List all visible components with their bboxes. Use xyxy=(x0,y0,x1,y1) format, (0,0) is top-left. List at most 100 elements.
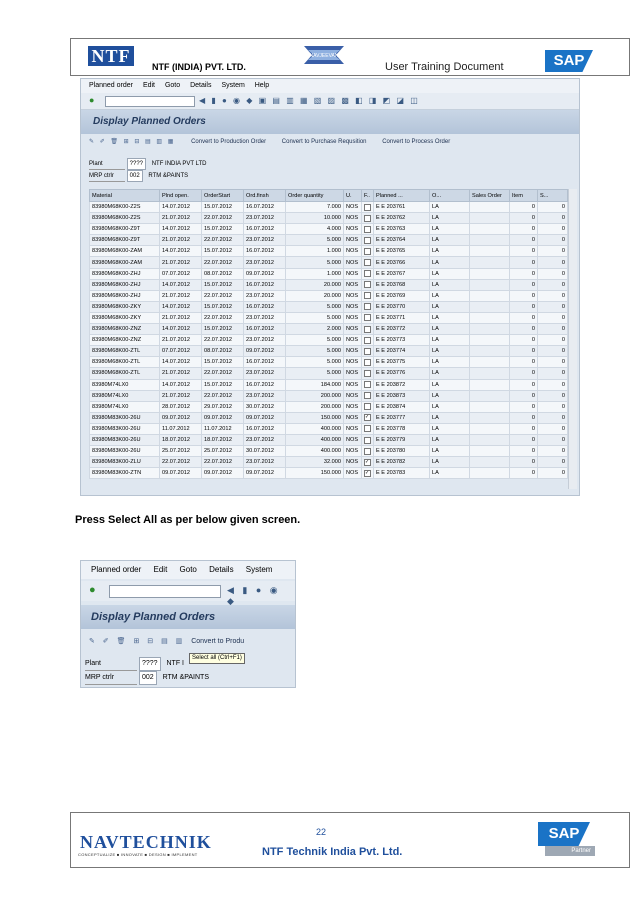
table-row[interactable]: 83980M74LX0 28.07.2012 29.07.2012 30.07.201… xyxy=(89,400,568,413)
select-all-icon[interactable]: ✎ ✐ 🗑 ⊞ ⊟ ▤ ▥ xyxy=(89,638,185,645)
firm-checkbox[interactable] xyxy=(364,303,371,311)
column-header[interactable]: Planned ... xyxy=(373,189,430,202)
table-row[interactable]: 83980M68K00-ZKY 21.07.2012 22.07.2012 23.07… xyxy=(89,311,568,325)
firm-checkbox[interactable] xyxy=(364,259,371,267)
column-header[interactable]: O... xyxy=(429,189,470,202)
firm-checkbox[interactable] xyxy=(364,292,371,300)
convert-to-process-order-button[interactable]: Convert to Process Order xyxy=(382,139,450,145)
vertical-scrollbar[interactable] xyxy=(568,189,577,489)
column-header[interactable]: Ord.finsh xyxy=(243,189,286,202)
table-row[interactable]: 83980M68K00-ZTL 14.07.2012 15.07.2012 16.07… xyxy=(89,356,568,369)
table-row[interactable]: 83980M68K00-ZKY 14.07.2012 15.07.2012 16.07… xyxy=(89,300,568,313)
column-header[interactable]: OrderStart xyxy=(201,189,244,202)
firm-checkbox[interactable] xyxy=(364,336,371,344)
zoom-enter-icon[interactable]: ● xyxy=(89,584,96,596)
firm-checkbox[interactable]: ✓ xyxy=(364,469,371,477)
firm-checkbox[interactable] xyxy=(364,281,371,289)
table-cell: 22.07.2012 xyxy=(201,212,244,225)
table-cell xyxy=(361,389,374,402)
column-header[interactable]: U. xyxy=(343,189,362,202)
firm-checkbox[interactable] xyxy=(364,203,371,211)
zoom-menu-details[interactable]: Details xyxy=(209,565,233,574)
zoom-menu-bar: Planned order Edit Goto Details System xyxy=(81,561,295,579)
zoom-menu-planned-order[interactable]: Planned order xyxy=(91,565,141,574)
table-cell: 20.000 xyxy=(285,278,344,291)
table-row[interactable]: 83980M68K00-ZNZ 14.07.2012 15.07.2012 16.07… xyxy=(89,323,568,336)
table-cell: 11.07.2012 xyxy=(201,422,244,435)
menu-item-system[interactable]: System xyxy=(221,82,244,89)
table-cell: 21.07.2012 xyxy=(159,311,202,325)
column-header[interactable]: S... xyxy=(537,189,568,202)
table-cell: LA xyxy=(429,212,470,225)
table-row[interactable]: 83980M83K00-ZLU 22.07.2012 22.07.2012 23.07… xyxy=(89,456,568,469)
firm-checkbox[interactable] xyxy=(364,314,371,322)
firm-checkbox[interactable] xyxy=(364,214,371,222)
column-header[interactable]: Order quantity xyxy=(285,189,344,202)
table-row[interactable]: 83980M83K00-26U 18.07.2012 18.07.2012 23.07… xyxy=(89,433,568,447)
table-row[interactable]: 83980M68K00-Z9T 21.07.2012 22.07.2012 23.07… xyxy=(89,234,568,247)
table-row[interactable]: 83980M68K00-ZAM 14.07.2012 15.07.2012 16.07… xyxy=(89,245,568,258)
table-row[interactable]: 83980M68K00-Z2S 21.07.2012 22.07.2012 23.07… xyxy=(89,212,568,225)
zoom-command-field[interactable] xyxy=(109,585,221,598)
firm-checkbox[interactable] xyxy=(364,436,371,444)
column-header[interactable]: Item xyxy=(509,189,538,202)
enter-icon[interactable]: ● xyxy=(89,95,94,105)
command-field[interactable] xyxy=(105,96,195,107)
menu-item-details[interactable]: Details xyxy=(190,82,211,89)
zoom-convert-button[interactable]: Convert to Produ xyxy=(191,638,244,645)
zoom-menu-edit[interactable]: Edit xyxy=(154,565,168,574)
firm-checkbox[interactable] xyxy=(364,381,371,389)
table-row[interactable]: 83980M74LX0 21.07.2012 22.07.2012 23.07.201… xyxy=(89,389,568,402)
table-cell xyxy=(469,389,510,402)
table-row[interactable]: 83980M83K00-26U 25.07.2012 25.07.2012 30.07… xyxy=(89,445,568,458)
zoom-mrp-value[interactable]: 002 xyxy=(138,671,157,685)
firm-checkbox[interactable]: ✓ xyxy=(364,458,371,466)
firm-checkbox[interactable] xyxy=(364,403,371,411)
zoom-menu-system[interactable]: System xyxy=(246,565,273,574)
firm-checkbox[interactable] xyxy=(364,392,371,400)
firm-checkbox[interactable] xyxy=(364,247,371,255)
firm-checkbox[interactable] xyxy=(364,225,371,233)
firm-checkbox[interactable] xyxy=(364,358,371,366)
zoom-menu-goto[interactable]: Goto xyxy=(180,565,197,574)
table-row[interactable]: 83980M68K00-Z2S 14.07.2012 15.07.2012 16.07… xyxy=(89,200,568,214)
table-row[interactable]: 83980M68K00-ZTL 07.07.2012 08.07.2012 09.07… xyxy=(89,345,568,358)
column-header[interactable]: Plnd open. xyxy=(159,189,202,202)
column-header[interactable]: Sales Order xyxy=(469,189,510,202)
table-row[interactable]: 83980M68K00-ZHJ 07.07.2012 08.07.2012 09.07… xyxy=(89,267,568,280)
column-header[interactable]: F.. xyxy=(361,189,374,202)
table-row[interactable]: 83980M74LX0 14.07.2012 15.07.2012 16.07.201… xyxy=(89,378,568,391)
plant-value[interactable]: ???? xyxy=(126,158,147,170)
table-row[interactable]: 83980M83K00-26U 11.07.2012 11.07.2012 16.07… xyxy=(89,422,568,435)
mrp-value[interactable]: 002 xyxy=(126,170,143,182)
table-row[interactable]: 83980M83K00-ZTN 09.07.2012 09.07.2012 09.07… xyxy=(89,467,568,480)
toolbar-icons[interactable]: ◀ ▮ ● ◉ ◆ ▣ ▤ ▥ ▦ ▧ ▨ ▩ ◧ ◨ ◩ ◪ ◫ xyxy=(199,96,420,105)
column-header[interactable]: Material xyxy=(89,189,160,202)
table-row[interactable]: 83980M68K00-ZAM 21.07.2012 22.07.2012 23.07… xyxy=(89,256,568,269)
table-row[interactable]: 83980M68K00-ZHJ 14.07.2012 15.07.2012 16.07… xyxy=(89,278,568,291)
menu-item-goto[interactable]: Goto xyxy=(165,82,180,89)
table-row[interactable]: 83980M68K00-ZNZ 21.07.2012 22.07.2012 23.07… xyxy=(89,334,568,347)
firm-checkbox[interactable] xyxy=(364,325,371,333)
convert-to-purchase-requisition-button[interactable]: Convert to Purchase Requsition xyxy=(282,139,367,145)
plant-row: Plant ???? NTF INDIA PVT LTD xyxy=(89,158,207,170)
zoom-plant-value[interactable]: ???? xyxy=(138,657,161,671)
table-row[interactable]: 83980M68K00-Z9T 14.07.2012 15.07.2012 16.07… xyxy=(89,223,568,236)
firm-checkbox[interactable]: ✓ xyxy=(364,414,371,422)
firm-checkbox[interactable] xyxy=(364,369,371,377)
table-cell: 5.000 xyxy=(285,334,344,347)
table-row[interactable]: 83980M68K00-ZTL 21.07.2012 22.07.2012 23.07… xyxy=(89,367,568,380)
app-toolbar-icons[interactable]: ✎ ✐ 🗑 ⊞ ⊟ ▤ ▥ ▦ xyxy=(89,139,175,145)
menu-item-help[interactable]: Help xyxy=(255,82,269,89)
menu-item-edit[interactable]: Edit xyxy=(143,82,155,89)
firm-checkbox[interactable] xyxy=(364,347,371,355)
convert-to-production-order-button[interactable]: Convert to Production Order xyxy=(191,139,266,145)
firm-checkbox[interactable] xyxy=(364,425,371,433)
firm-checkbox[interactable] xyxy=(364,270,371,278)
zoom-toolbar-icons[interactable]: ◀ ▮ ● ◉ ◆ xyxy=(227,585,295,607)
table-row[interactable]: 83980M83K00-26U 09.07.2012 09.07.2012 09.07… xyxy=(89,411,568,424)
menu-item-planned-order[interactable]: Planned order xyxy=(89,82,133,89)
firm-checkbox[interactable] xyxy=(364,447,371,455)
table-row[interactable]: 83980M68K00-ZHJ 21.07.2012 22.07.2012 23.07… xyxy=(89,289,568,302)
firm-checkbox[interactable] xyxy=(364,236,371,244)
